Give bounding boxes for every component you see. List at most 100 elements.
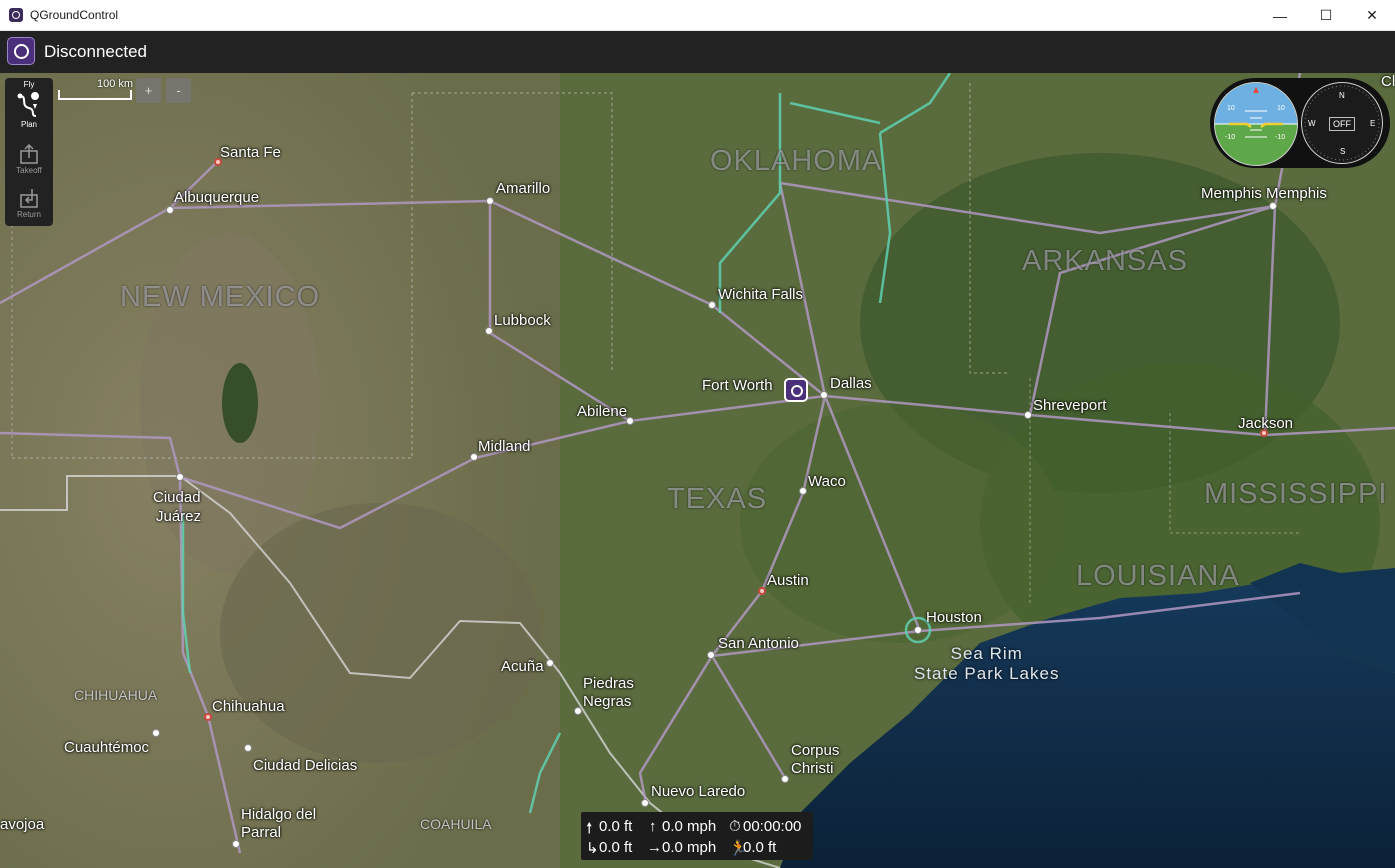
city-label: Nuevo Laredo	[651, 783, 746, 800]
distance-home-value: 0.0 ft	[743, 839, 777, 856]
city-label: Amarillo	[496, 180, 551, 197]
return-tool-label: Return	[16, 210, 41, 219]
city-label: Houston	[926, 609, 982, 626]
city-dot	[758, 587, 766, 595]
climb-rate-icon: ↑	[649, 818, 657, 835]
app-icon	[9, 8, 23, 22]
city-label: Juárez	[156, 508, 202, 525]
takeoff-icon	[20, 143, 38, 164]
map-scale-label: 100 km	[97, 78, 134, 90]
city-label: avojoa	[0, 816, 45, 833]
telemetry-bar[interactable]: 🠕 0.0 ft ↑ 0.0 mph ⏱ 00:00:00 ↳ 0.0 ft →…	[581, 812, 813, 860]
city-label: Wichita Falls	[718, 286, 804, 303]
state-label-oklahoma: OKLAHOMA	[710, 145, 883, 177]
state-label-louisiana: LOUISIANA	[1076, 560, 1240, 592]
city-dot	[1269, 202, 1277, 210]
city-label: Acuña	[501, 658, 544, 675]
connection-status[interactable]: Disconnected	[44, 42, 147, 62]
city-dot	[485, 327, 493, 335]
city-dot	[641, 799, 649, 807]
city-dot	[152, 729, 160, 737]
water-label: Sea Rim State Park Lakes	[914, 644, 1059, 684]
city-label: Negras	[583, 693, 632, 710]
city-label: San Antonio	[718, 635, 799, 652]
map-scale-bar	[58, 90, 132, 100]
region-label-chihuahua: CHIHUAHUA	[74, 687, 158, 703]
map-view[interactable]: OKLAHOMA ARKANSAS NEW MEXICO TEXAS MISSI…	[0, 73, 1395, 868]
city-dot	[204, 713, 212, 721]
city-label: Santa Fe	[220, 144, 281, 161]
compass-east: E	[1370, 119, 1376, 128]
pitch-tick-label: 10	[1227, 105, 1235, 112]
city-label: Austin	[767, 572, 809, 589]
city-label: Ciudad	[153, 489, 201, 506]
takeoff-tool-button[interactable]: Takeoff	[5, 142, 53, 175]
gcs-location-marker[interactable]	[784, 378, 808, 402]
home-alt-icon: ↳	[586, 840, 599, 857]
return-icon	[20, 189, 38, 208]
maximize-button[interactable]: ☐	[1303, 0, 1349, 31]
takeoff-tool-label: Takeoff	[16, 166, 42, 175]
main-toolbar: Disconnected	[0, 31, 1395, 73]
city-dot	[546, 659, 554, 667]
city-label: Ciudad Delicias	[253, 757, 358, 774]
return-tool-button[interactable]: Return	[5, 186, 53, 219]
attitude-indicator[interactable]: 10 10 -10 -10	[1214, 82, 1298, 166]
city-dot	[176, 473, 184, 481]
compass-south: S	[1340, 147, 1346, 156]
flight-time-value: 00:00:00	[743, 818, 802, 835]
pitch-tick-label: 10	[1277, 105, 1285, 112]
compass-west: W	[1308, 119, 1316, 128]
home-alt-value: 0.0 ft	[599, 839, 633, 856]
city-label: Abilene	[577, 403, 628, 420]
compass-north: N	[1339, 91, 1345, 100]
city-label: Christi	[791, 760, 834, 777]
city-label: Piedras	[583, 675, 634, 692]
state-label-arkansas: ARKANSAS	[1022, 245, 1188, 277]
city-label: Midland	[478, 438, 531, 455]
city-dot	[626, 417, 634, 425]
city-dot	[1024, 411, 1032, 419]
city-dot	[708, 301, 716, 309]
pitch-tick-label: -10	[1225, 134, 1236, 141]
city-dot	[166, 206, 174, 214]
city-label: Parral	[241, 824, 282, 841]
climb-rate-value: 0.0 mph	[662, 818, 717, 835]
city-label: Memphis Memphis	[1201, 185, 1327, 202]
city-dot	[707, 651, 715, 659]
compass-indicator[interactable]: N E S W OFF	[1301, 82, 1383, 164]
city-label: Shreveport	[1033, 397, 1107, 414]
ground-speed-value: 0.0 mph	[662, 839, 717, 856]
city-label: Cuauhtémoc	[64, 739, 150, 756]
city-label: Hidalgo del	[241, 806, 317, 823]
close-button[interactable]: ✕	[1349, 0, 1395, 31]
ground-speed-icon: →	[647, 839, 662, 856]
city-label: Lubbock	[494, 312, 551, 329]
fly-tool-strip: Fly Plan Takeoff Return	[5, 78, 53, 226]
city-label: Corpus	[791, 742, 840, 759]
city-label: Chihuahua	[212, 698, 285, 715]
compass-status: OFF	[1329, 117, 1355, 131]
city-dot	[244, 744, 252, 752]
minimize-button[interactable]: —	[1257, 0, 1303, 31]
plan-icon	[17, 92, 40, 117]
city-dot	[820, 391, 828, 399]
water-label-line-1: Sea Rim	[950, 644, 1023, 663]
city-label: Jackson	[1238, 415, 1294, 432]
fly-tool-label[interactable]: Fly	[5, 80, 53, 89]
city-label: Dallas	[830, 375, 872, 392]
city-label: Cl	[1381, 73, 1395, 90]
qgc-logo-icon[interactable]	[7, 37, 35, 65]
state-label-new-mexico: NEW MEXICO	[120, 281, 321, 313]
zoom-out-button[interactable]: -	[166, 78, 191, 103]
region-label-coahuila: COAHUILA	[420, 816, 492, 832]
city-label: Fort Worth	[702, 377, 773, 394]
city-label: Albuquerque	[174, 189, 260, 206]
pitch-tick-label: -10	[1275, 134, 1286, 141]
zoom-in-button[interactable]: +	[136, 78, 161, 103]
plan-tool-button[interactable]: Plan	[5, 92, 53, 129]
city-dot	[574, 707, 582, 715]
city-dot	[470, 453, 478, 461]
flight-time-icon: ⏱	[729, 818, 741, 835]
city-dot	[781, 775, 789, 783]
